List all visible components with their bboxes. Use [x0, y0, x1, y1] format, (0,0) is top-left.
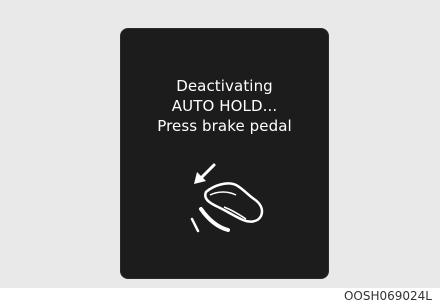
- warning-message: Deactivating AUTO HOLD... Press brake pe…: [121, 76, 328, 136]
- message-line-2: AUTO HOLD...: [171, 97, 278, 115]
- image-code-label: OOSH069024L: [343, 289, 432, 303]
- pedal-icon: [190, 207, 230, 233]
- down-arrow-icon: [194, 163, 216, 184]
- message-line-1: Deactivating: [176, 77, 273, 95]
- message-line-3: Press brake pedal: [157, 117, 292, 135]
- foot-on-brake-pedal-icon: [190, 163, 264, 233]
- figure-background: Deactivating AUTO HOLD... Press brake pe…: [0, 0, 440, 288]
- foot-icon: [204, 182, 264, 223]
- instrument-cluster-display: Deactivating AUTO HOLD... Press brake pe…: [121, 29, 328, 278]
